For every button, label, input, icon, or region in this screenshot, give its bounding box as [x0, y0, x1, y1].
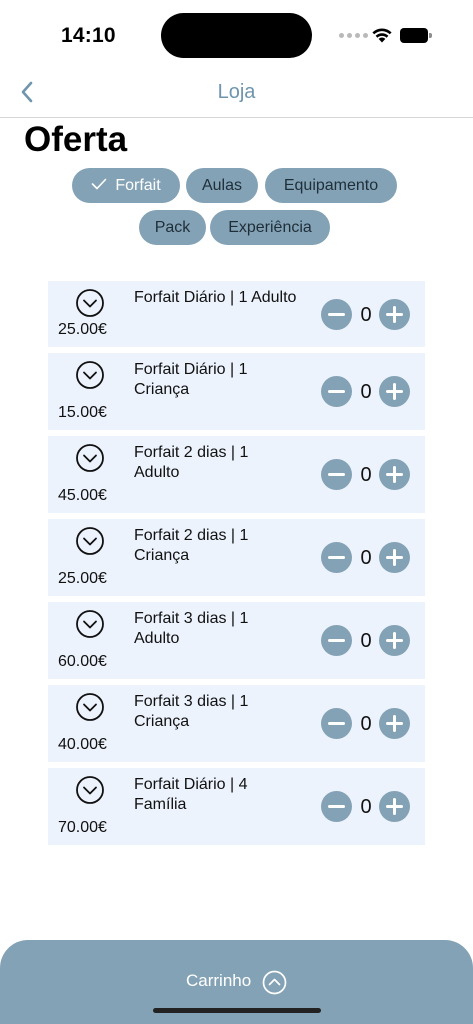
product-list: 25.00€ Forfait Diário | 1 Adulto 0 15.00… — [48, 281, 425, 851]
status-time: 14:10 — [61, 24, 116, 47]
checkmark-icon — [92, 178, 107, 190]
filter-chip-label: Pack — [154, 219, 191, 236]
decrease-quantity-button[interactable] — [321, 708, 352, 739]
increase-quantity-button[interactable] — [379, 791, 410, 822]
wifi-icon — [372, 28, 392, 43]
product-price: 25.00€ — [58, 321, 107, 338]
filter-chip-equipamento[interactable]: Equipamento — [265, 168, 397, 203]
product-row: 60.00€ Forfait 3 dias | 1 Adulto 0 — [48, 602, 425, 679]
increase-quantity-button[interactable] — [379, 542, 410, 573]
decrease-quantity-button[interactable] — [321, 791, 352, 822]
decrease-quantity-button[interactable] — [321, 542, 352, 573]
product-name: Forfait 3 dias | 1 Criança — [134, 693, 249, 730]
decrease-quantity-button[interactable] — [321, 299, 352, 330]
nav-title: Loja — [217, 81, 256, 103]
increase-quantity-button[interactable] — [379, 376, 410, 407]
cart-bar[interactable]: Carrinho — [0, 940, 473, 1024]
quantity-value: 0 — [360, 630, 372, 652]
product-row: 70.00€ Forfait Diário | 4 Família 0 — [48, 768, 425, 845]
chevron-down-circle-icon[interactable] — [75, 288, 105, 318]
filter-chip-pack[interactable]: Pack — [139, 210, 206, 245]
product-price: 15.00€ — [58, 404, 107, 421]
quantity-value: 0 — [360, 304, 372, 326]
product-name: Forfait Diário | 4 Família — [134, 776, 248, 813]
decrease-quantity-button[interactable] — [321, 459, 352, 490]
product-name: Forfait Diário | 1 Adulto — [134, 289, 297, 306]
chevron-down-circle-icon[interactable] — [75, 775, 105, 805]
dynamic-island — [161, 13, 312, 58]
product-name: Forfait 2 dias | 1 Adulto — [134, 444, 249, 481]
chevron-down-circle-icon[interactable] — [75, 692, 105, 722]
filter-chip-label: Equipamento — [283, 177, 379, 194]
filter-chip-forfait[interactable]: Forfait — [72, 168, 180, 203]
filter-chip-label: Experiência — [228, 219, 312, 236]
filter-chip-aulas[interactable]: Aulas — [186, 168, 258, 203]
decrease-quantity-button[interactable] — [321, 376, 352, 407]
page-title: Oferta — [24, 120, 128, 159]
increase-quantity-button[interactable] — [379, 299, 410, 330]
product-row: 40.00€ Forfait 3 dias | 1 Criança 0 — [48, 685, 425, 762]
quantity-value: 0 — [360, 464, 372, 486]
product-row: 45.00€ Forfait 2 dias | 1 Adulto 0 — [48, 436, 425, 513]
filter-chip-label: Forfait — [115, 177, 161, 194]
status-bar: 14:10 — [0, 0, 473, 70]
product-price: 25.00€ — [58, 570, 107, 587]
quantity-value: 0 — [360, 713, 372, 735]
product-row: 15.00€ Forfait Diário | 1 Criança 0 — [48, 353, 425, 430]
increase-quantity-button[interactable] — [379, 625, 410, 656]
product-price: 60.00€ — [58, 653, 107, 670]
product-price: 45.00€ — [58, 487, 107, 504]
chevron-down-circle-icon[interactable] — [75, 443, 105, 473]
product-name: Forfait 2 dias | 1 Criança — [134, 527, 249, 564]
filter-chip-experiencia[interactable]: Experiência — [210, 210, 330, 245]
product-price: 40.00€ — [58, 736, 107, 753]
home-indicator — [153, 1008, 321, 1013]
chevron-down-circle-icon[interactable] — [75, 609, 105, 639]
increase-quantity-button[interactable] — [379, 459, 410, 490]
navigation-bar: Loja — [0, 70, 473, 118]
battery-icon — [400, 28, 432, 43]
product-name: Forfait 3 dias | 1 Adulto — [134, 610, 249, 647]
product-price: 70.00€ — [58, 819, 107, 836]
chevron-up-circle-icon — [262, 970, 287, 995]
quantity-value: 0 — [360, 796, 372, 818]
increase-quantity-button[interactable] — [379, 708, 410, 739]
chevron-down-circle-icon[interactable] — [75, 360, 105, 390]
quantity-value: 0 — [360, 381, 372, 403]
product-row: 25.00€ Forfait 2 dias | 1 Criança 0 — [48, 519, 425, 596]
cart-label: Carrinho — [186, 971, 252, 990]
quantity-value: 0 — [360, 547, 372, 569]
decrease-quantity-button[interactable] — [321, 625, 352, 656]
product-name: Forfait Diário | 1 Criança — [134, 361, 248, 398]
cellular-signal-icon — [339, 33, 368, 38]
product-row: 25.00€ Forfait Diário | 1 Adulto 0 — [48, 281, 425, 347]
filter-chip-label: Aulas — [201, 177, 243, 194]
chevron-down-circle-icon[interactable] — [75, 526, 105, 556]
